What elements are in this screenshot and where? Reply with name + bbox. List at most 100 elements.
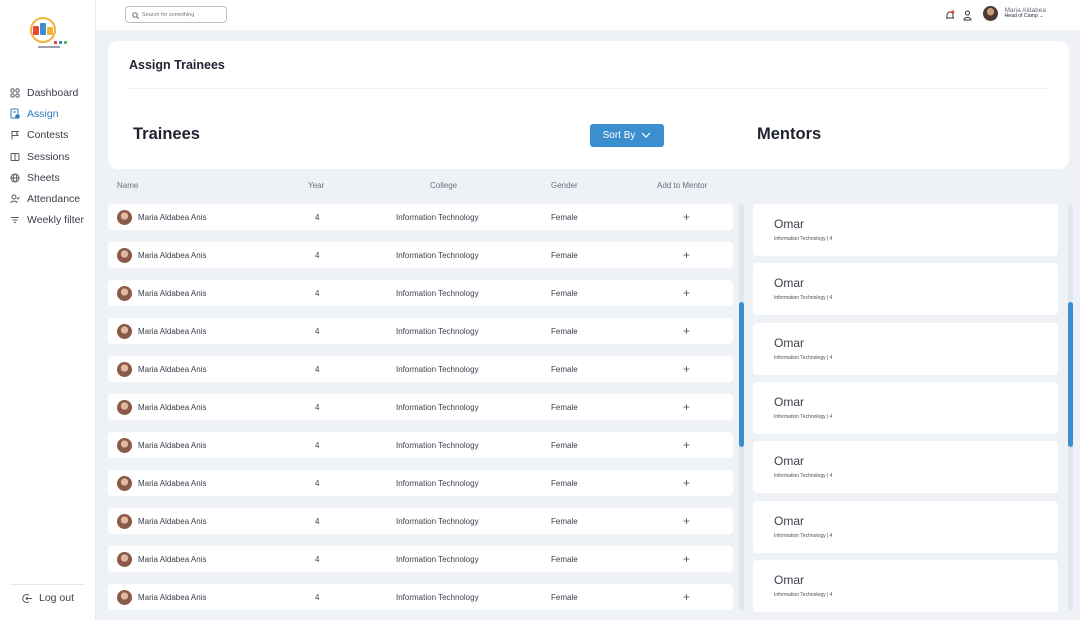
trainee-scrollbar-thumb[interactable] — [739, 302, 744, 447]
mentor-card[interactable]: Omar Information Technology | 4 — [753, 381, 1058, 434]
book-icon — [9, 151, 21, 163]
mentor-name: Omar — [774, 572, 804, 587]
sidebar-item-weekly-filter[interactable]: Weekly filter — [0, 210, 96, 231]
trainee-college: Information Technology — [396, 554, 479, 564]
table-row: Maria Aldabea Anis 4 Information Technolog… — [108, 242, 733, 268]
mentor-detail: Information Technology | 4 — [774, 591, 833, 598]
sidebar-item-contests[interactable]: Contests — [0, 125, 96, 146]
mentor-name: Omar — [774, 454, 804, 469]
trainee-avatar — [117, 361, 132, 377]
trainee-year: 4 — [315, 440, 320, 450]
trainee-year: 4 — [315, 364, 320, 374]
user-menu[interactable]: Maria Aldabea Head of Camp ⌄ — [983, 6, 1046, 21]
table-header: Name Year College Gender Add to Mentor — [108, 181, 733, 193]
trainee-college: Information Technology — [396, 402, 479, 412]
mentor-card[interactable]: Omar Information Technology | 4 — [753, 204, 1058, 256]
profile-icon[interactable] — [963, 8, 972, 26]
add-to-mentor-button[interactable]: + — [683, 242, 690, 268]
sidebar-item-label: Sheets — [27, 171, 60, 184]
sidebar-divider — [10, 584, 85, 585]
sidebar-item-assign[interactable]: Assign — [0, 103, 96, 124]
trainee-avatar — [117, 399, 132, 415]
trainee-college: Information Technology — [396, 326, 479, 336]
add-to-mentor-button[interactable]: + — [683, 394, 690, 420]
trainee-gender: Female — [551, 478, 578, 488]
trainee-name: Maria Aldabea Anis — [138, 288, 207, 298]
trainee-name: Maria Aldabea Anis — [138, 516, 207, 526]
trainee-name-cell: Maria Aldabea Anis — [117, 204, 207, 230]
mentor-card[interactable]: Omar Information Technology | 4 — [753, 500, 1058, 553]
logout-label: Log out — [39, 592, 75, 604]
page-title: Assign Trainees — [129, 58, 225, 72]
trainee-name-cell: Maria Aldabea Anis — [117, 280, 207, 306]
add-to-mentor-button[interactable]: + — [683, 546, 690, 572]
trainee-gender: Female — [551, 516, 578, 526]
filter-icon — [9, 214, 21, 226]
trainee-scrollbar[interactable] — [739, 204, 744, 610]
trainee-year: 4 — [315, 288, 320, 298]
sidebar-item-attendance[interactable]: Attendance — [0, 188, 96, 209]
mentor-card[interactable]: Omar Information Technology | 4 — [753, 263, 1058, 316]
search-input[interactable] — [142, 11, 222, 18]
mentor-scrollbar[interactable] — [1068, 204, 1073, 610]
trainee-gender: Female — [551, 250, 578, 260]
top-bar: Maria Aldabea Head of Camp ⌄ — [96, 0, 1080, 30]
header-card: Assign Trainees Trainees Sort By Mentors — [108, 41, 1069, 169]
mentor-scrollbar-thumb[interactable] — [1068, 302, 1073, 447]
user-avatar — [983, 6, 999, 21]
user-check-icon — [9, 193, 21, 205]
trainee-name-cell: Maria Aldabea Anis — [117, 356, 207, 382]
assign-icon — [9, 108, 21, 120]
add-to-mentor-button[interactable]: + — [683, 318, 690, 344]
trainee-name-cell: Maria Aldabea Anis — [117, 546, 207, 572]
mentor-card[interactable]: Omar Information Technology | 4 — [753, 441, 1058, 494]
column-header-add-to-mentor: Add to Mentor — [657, 181, 708, 190]
trainee-name-cell: Maria Aldabea Anis — [117, 394, 207, 420]
sidebar-item-label: Dashboard — [27, 86, 79, 99]
add-to-mentor-button[interactable]: + — [683, 356, 690, 382]
mentor-card[interactable]: Omar Information Technology | 4 — [753, 559, 1058, 612]
mentor-name: Omar — [774, 513, 804, 528]
add-to-mentor-button[interactable]: + — [683, 204, 690, 230]
trainee-avatar — [117, 323, 132, 339]
mentor-card[interactable]: Omar Information Technology | 4 — [753, 322, 1058, 375]
trainee-year: 4 — [315, 326, 320, 336]
mentor-name: Omar — [774, 394, 804, 409]
column-header-gender: Gender — [551, 181, 578, 190]
add-to-mentor-button[interactable]: + — [683, 280, 690, 306]
trainee-gender: Female — [551, 592, 578, 602]
sort-by-button[interactable]: Sort By — [590, 124, 664, 147]
trainee-name: Maria Aldabea Anis — [138, 478, 207, 488]
add-to-mentor-button[interactable]: + — [683, 470, 690, 496]
trainee-year: 4 — [315, 402, 320, 412]
trainee-name-cell: Maria Aldabea Anis — [117, 318, 207, 344]
sidebar-item-sessions[interactable]: Sessions — [0, 146, 96, 167]
mentor-detail: Information Technology | 4 — [774, 295, 833, 302]
table-row: Maria Aldabea Anis 4 Information Technolog… — [108, 508, 733, 534]
trainee-avatar — [117, 589, 132, 605]
sidebar-item-dashboard[interactable]: Dashboard — [0, 82, 96, 103]
trainee-avatar — [117, 209, 132, 225]
trainee-avatar — [117, 475, 132, 491]
trainee-college: Information Technology — [396, 250, 479, 260]
trainee-gender: Female — [551, 364, 578, 374]
add-to-mentor-button[interactable]: + — [683, 584, 690, 610]
user-role: Head of Camp ⌄ — [1004, 13, 1044, 20]
sidebar: Dashboard Assign Contests Sessions Sheet… — [0, 0, 96, 620]
trainee-avatar — [117, 551, 132, 567]
logout-button[interactable]: Log out — [22, 592, 74, 604]
notification-bell-icon[interactable] — [945, 8, 955, 26]
trainee-name: Maria Aldabea Anis — [138, 364, 207, 374]
trainee-gender: Female — [551, 402, 578, 412]
mentor-detail: Information Technology | 4 — [774, 236, 833, 242]
add-to-mentor-button[interactable]: + — [683, 432, 690, 458]
sidebar-nav: Dashboard Assign Contests Sessions Sheet… — [0, 82, 96, 231]
search-box[interactable] — [125, 6, 227, 23]
trainee-college: Information Technology — [396, 440, 479, 450]
trainee-name-cell: Maria Aldabea Anis — [117, 242, 207, 268]
sidebar-item-sheets[interactable]: Sheets — [0, 167, 96, 188]
trainee-year: 4 — [315, 250, 320, 260]
add-to-mentor-button[interactable]: + — [683, 508, 690, 534]
trainee-college: Information Technology — [396, 212, 479, 222]
trainee-name: Maria Aldabea Anis — [138, 402, 207, 412]
